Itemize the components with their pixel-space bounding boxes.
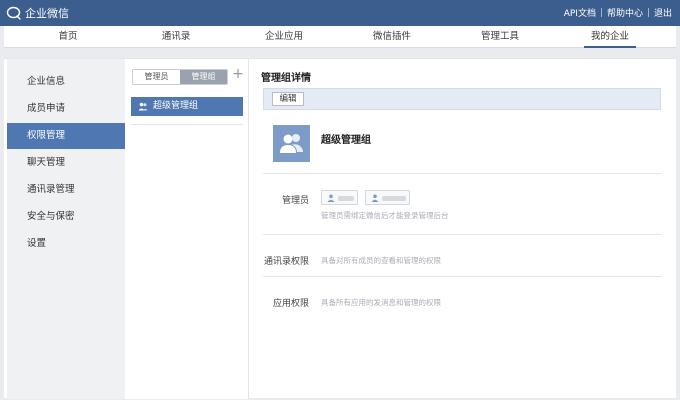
divider xyxy=(600,8,602,17)
nav-label: 微信插件 xyxy=(372,31,411,42)
sidebar-item-label: 通讯录管理 xyxy=(27,184,75,195)
nav-label: 企业应用 xyxy=(264,31,303,42)
add-button[interactable]: + xyxy=(231,67,245,82)
user-icon xyxy=(371,194,379,202)
nav-item-contacts[interactable]: 通讯录 xyxy=(122,26,230,48)
nav-item-tools[interactable]: 管理工具 xyxy=(446,26,554,48)
divider xyxy=(263,276,661,277)
help-center-link[interactable]: 帮助中心 xyxy=(607,6,643,19)
admin-tag[interactable] xyxy=(365,190,410,205)
contacts-permission-desc: 具备对所有成员的查看和管理的权限 xyxy=(321,256,441,265)
divider xyxy=(263,234,661,235)
sidebar-item-settings[interactable]: 设置 xyxy=(7,231,125,257)
nav-label: 首页 xyxy=(58,31,78,42)
group-avatar xyxy=(273,125,310,162)
user-icon xyxy=(327,194,335,202)
top-links: API文档 帮助中心 退出 xyxy=(564,6,672,19)
brand[interactable]: 企业微信 xyxy=(6,4,69,22)
active-tab-indicator xyxy=(584,46,636,48)
app-permission-desc: 具备所有应用的发消息和管理的权限 xyxy=(321,298,441,307)
sidebar-item-chat-management[interactable]: 聊天管理 xyxy=(7,150,125,176)
page-title: 管理组详情 xyxy=(261,73,311,84)
sidebar-item-contacts-management[interactable]: 通讯录管理 xyxy=(7,177,125,203)
group-icon xyxy=(138,102,148,111)
redacted-name xyxy=(382,196,406,201)
nav-label: 我的企业 xyxy=(590,31,629,42)
contacts-permission-label: 通讯录权限 xyxy=(263,257,309,267)
nav-label: 管理工具 xyxy=(480,31,519,42)
sidebar-item-label: 成员申请 xyxy=(27,103,66,114)
nav-item-my-company[interactable]: 我的企业 xyxy=(556,26,664,48)
sidebar-item-member-requests[interactable]: 成员申请 xyxy=(7,96,125,122)
chat-bubble-icon xyxy=(6,6,21,20)
segmented-control: 管理员 管理组 xyxy=(132,69,228,85)
app-title: 企业微信 xyxy=(25,7,69,20)
group-name: 超级管理组 xyxy=(321,135,371,146)
divider xyxy=(131,124,243,125)
admin-tag[interactable] xyxy=(321,190,358,205)
nav-item-wechat-plugin[interactable]: 微信插件 xyxy=(338,26,446,48)
tab-admin-groups[interactable]: 管理组 xyxy=(180,70,227,84)
divider xyxy=(263,173,661,174)
divider xyxy=(647,8,649,17)
edit-button[interactable]: 编辑 xyxy=(272,92,304,106)
sidebar-item-company-info[interactable]: 企业信息 xyxy=(7,69,125,95)
nav-item-home[interactable]: 首页 xyxy=(14,26,122,48)
admins-label: 管理员 xyxy=(281,196,309,206)
sidebar-item-label: 设置 xyxy=(27,238,47,249)
logout-link[interactable]: 退出 xyxy=(654,6,672,19)
tab-admins[interactable]: 管理员 xyxy=(133,70,180,84)
nav-item-apps[interactable]: 企业应用 xyxy=(230,26,338,48)
group-detail-panel: 管理组详情 编辑 超级管理组 管理员 管理员需绑定微信后才能登录管理后台 通讯录… xyxy=(261,59,663,399)
group-list-item[interactable]: 超级管理组 xyxy=(131,97,243,116)
group-list-panel: 管理员 管理组 + 超级管理组 xyxy=(125,59,249,399)
sidebar-item-security[interactable]: 安全与保密 xyxy=(7,204,125,230)
group-avatar-icon xyxy=(280,134,303,153)
group-item-label: 超级管理组 xyxy=(153,101,199,111)
redacted-name xyxy=(338,196,354,201)
sidebar-item-permissions[interactable]: 权限管理 xyxy=(7,123,125,149)
sidebar-item-label: 聊天管理 xyxy=(27,157,66,168)
sidebar-item-label: 权限管理 xyxy=(27,130,66,141)
api-docs-link[interactable]: API文档 xyxy=(564,6,596,19)
sidebar-item-label: 安全与保密 xyxy=(27,211,75,222)
sidebar: 企业信息 成员申请 权限管理 聊天管理 通讯录管理 安全与保密 设置 xyxy=(7,59,125,399)
main-nav: 首页 通讯录 企业应用 微信插件 管理工具 我的企业 xyxy=(4,26,676,48)
content-frame: 企业信息 成员申请 权限管理 聊天管理 通讯录管理 安全与保密 设置 管理员 管… xyxy=(4,58,676,399)
detail-toolbar: 编辑 xyxy=(263,88,661,110)
app-permission-label: 应用权限 xyxy=(272,299,309,309)
nav-label: 通讯录 xyxy=(161,31,191,42)
admins-hint: 管理员需绑定微信后才能登录管理后台 xyxy=(321,211,449,220)
top-bar: 企业微信 API文档 帮助中心 退出 xyxy=(0,0,680,26)
sidebar-item-label: 企业信息 xyxy=(27,76,66,87)
